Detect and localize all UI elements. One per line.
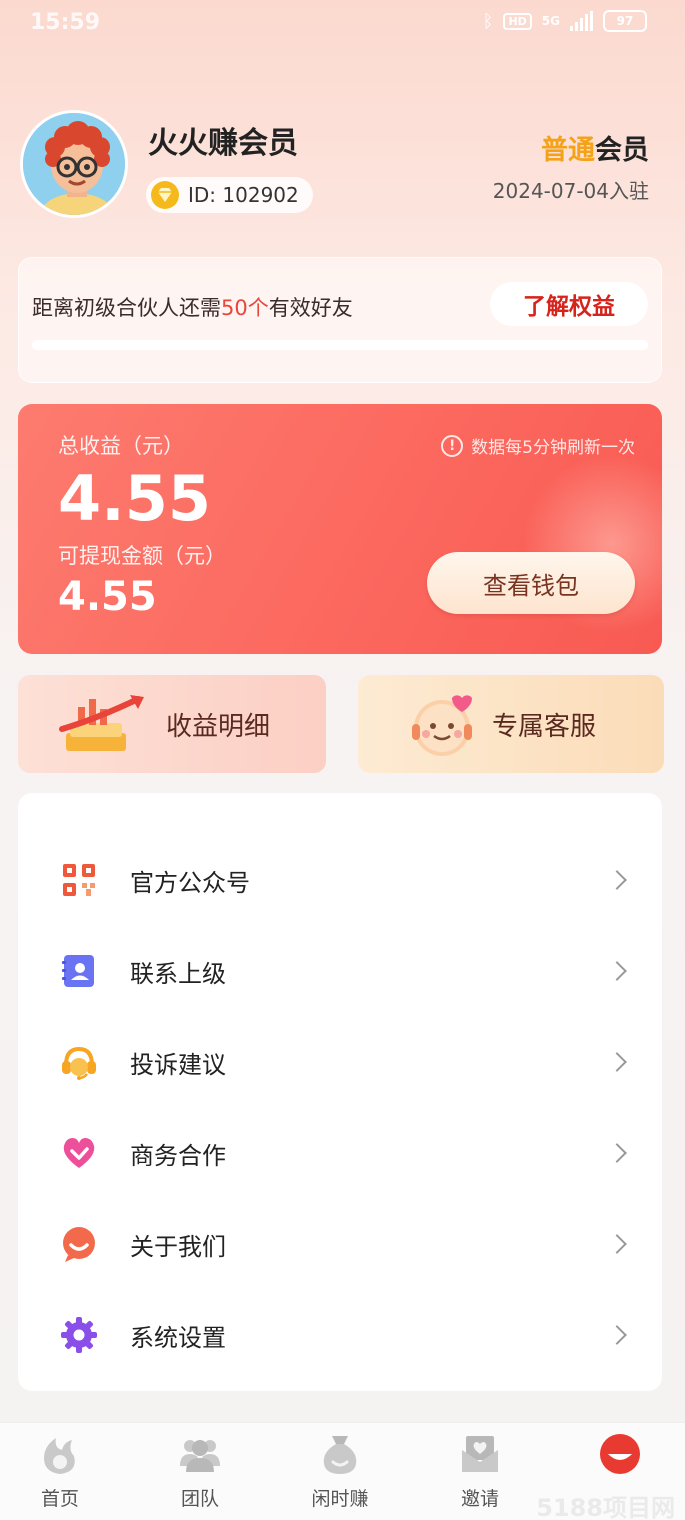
chevron-right-icon	[607, 1052, 627, 1072]
menu-label-contact-superior: 联系上级	[130, 959, 226, 988]
chat-bubble-icon	[63, 1227, 95, 1262]
team-icon	[180, 1440, 220, 1472]
refresh-note-text: 数据每5分钟刷新一次	[471, 438, 635, 458]
menu-item-contact-superior[interactable]: 联系上级	[18, 926, 662, 1016]
chart-trend-icon	[59, 695, 144, 751]
info-icon: !	[441, 434, 464, 457]
menu-item-official-account[interactable]: 官方公众号	[18, 835, 662, 925]
watermark: 5188项目网	[536, 1494, 675, 1520]
progress-count: 50个	[221, 296, 269, 320]
partner-progress-text: 距离初级合伙人还需50个有效好友	[32, 292, 353, 322]
service-mascot-icon	[412, 695, 472, 756]
network-label: 5G	[541, 14, 560, 28]
diamond-icon	[151, 181, 179, 209]
menu-label-complaints: 投诉建议	[130, 1050, 226, 1079]
nav-label-invite: 邀请	[460, 1488, 499, 1510]
user-id-text: ID: 102902	[188, 183, 299, 207]
headset-icon	[62, 1046, 96, 1080]
menu-item-complaints[interactable]: 投诉建议	[18, 1017, 662, 1107]
join-date: 2024-07-04入驻	[492, 179, 649, 203]
nav-spare-time-earn[interactable]: 闲时赚	[280, 1432, 400, 1511]
total-earnings-label: 总收益（元）	[58, 434, 184, 458]
hd-badge: HD	[503, 12, 532, 30]
withdrawable-label: 可提现金额（元）	[58, 544, 226, 568]
member-level-suffix: 会员	[595, 135, 649, 166]
learn-rights-button[interactable]: 了解权益	[490, 282, 648, 326]
profile-icon	[600, 1434, 640, 1474]
nav-label-spare-time-earn: 闲时赚	[311, 1488, 369, 1510]
battery-icon: 97	[603, 10, 647, 32]
progress-track	[32, 340, 648, 350]
chevron-right-icon	[607, 1143, 627, 1163]
contact-card-icon	[62, 955, 94, 987]
user-id-badge: ID: 102902	[146, 177, 313, 213]
status-time: 15:59	[30, 10, 101, 35]
flame-icon	[44, 1438, 75, 1474]
progress-suffix: 有效好友	[268, 296, 353, 320]
member-level-highlight: 普通	[541, 135, 595, 166]
withdrawable-value: 4.55	[58, 574, 157, 620]
gear-icon	[61, 1317, 97, 1353]
menu-label-business-cooperation: 商务合作	[130, 1141, 226, 1170]
status-bar-icons: ᛒ HD 5G 97	[483, 10, 647, 32]
total-earnings-value: 4.55	[58, 462, 211, 535]
menu-label-official-account: 官方公众号	[130, 868, 250, 897]
nav-invite[interactable]: 邀请	[420, 1432, 540, 1511]
menu-label-system-settings: 系统设置	[130, 1323, 226, 1352]
nav-team[interactable]: 团队	[140, 1432, 260, 1511]
earnings-detail-card[interactable]: 收益明细	[18, 675, 326, 773]
nav-label-team: 团队	[180, 1488, 219, 1510]
menu-item-business-cooperation[interactable]: 商务合作	[18, 1108, 662, 1198]
nav-profile[interactable]	[560, 1432, 680, 1484]
chevron-right-icon	[607, 1325, 627, 1345]
menu-item-system-settings[interactable]: 系统设置	[18, 1290, 662, 1380]
nav-label-home: 首页	[40, 1488, 79, 1510]
customer-service-label: 专属客服	[492, 711, 597, 742]
earnings-detail-label: 收益明细	[166, 711, 271, 742]
menu-label-about-us: 关于我们	[130, 1232, 226, 1261]
chevron-right-icon	[607, 1234, 627, 1254]
member-level: 普通会员	[541, 128, 649, 167]
username: 火火赚会员	[148, 126, 298, 161]
signal-icon	[570, 11, 593, 31]
view-wallet-button[interactable]: 查看钱包	[427, 552, 635, 614]
customer-service-card[interactable]: 专属客服	[358, 675, 664, 773]
heart-handshake-icon	[63, 1138, 95, 1168]
refresh-note: ! 数据每5分钟刷新一次	[441, 433, 635, 458]
invite-envelope-icon	[462, 1436, 498, 1472]
avatar[interactable]	[20, 110, 128, 218]
menu-item-about-us[interactable]: 关于我们	[18, 1199, 662, 1289]
chevron-right-icon	[607, 961, 627, 981]
chevron-right-icon	[607, 870, 627, 890]
nav-home[interactable]: 首页	[0, 1432, 120, 1511]
bluetooth-icon: ᛒ	[482, 10, 494, 32]
qr-code-icon	[63, 864, 95, 896]
money-bag-icon	[323, 1436, 357, 1474]
progress-prefix: 距离初级合伙人还需	[32, 296, 221, 320]
